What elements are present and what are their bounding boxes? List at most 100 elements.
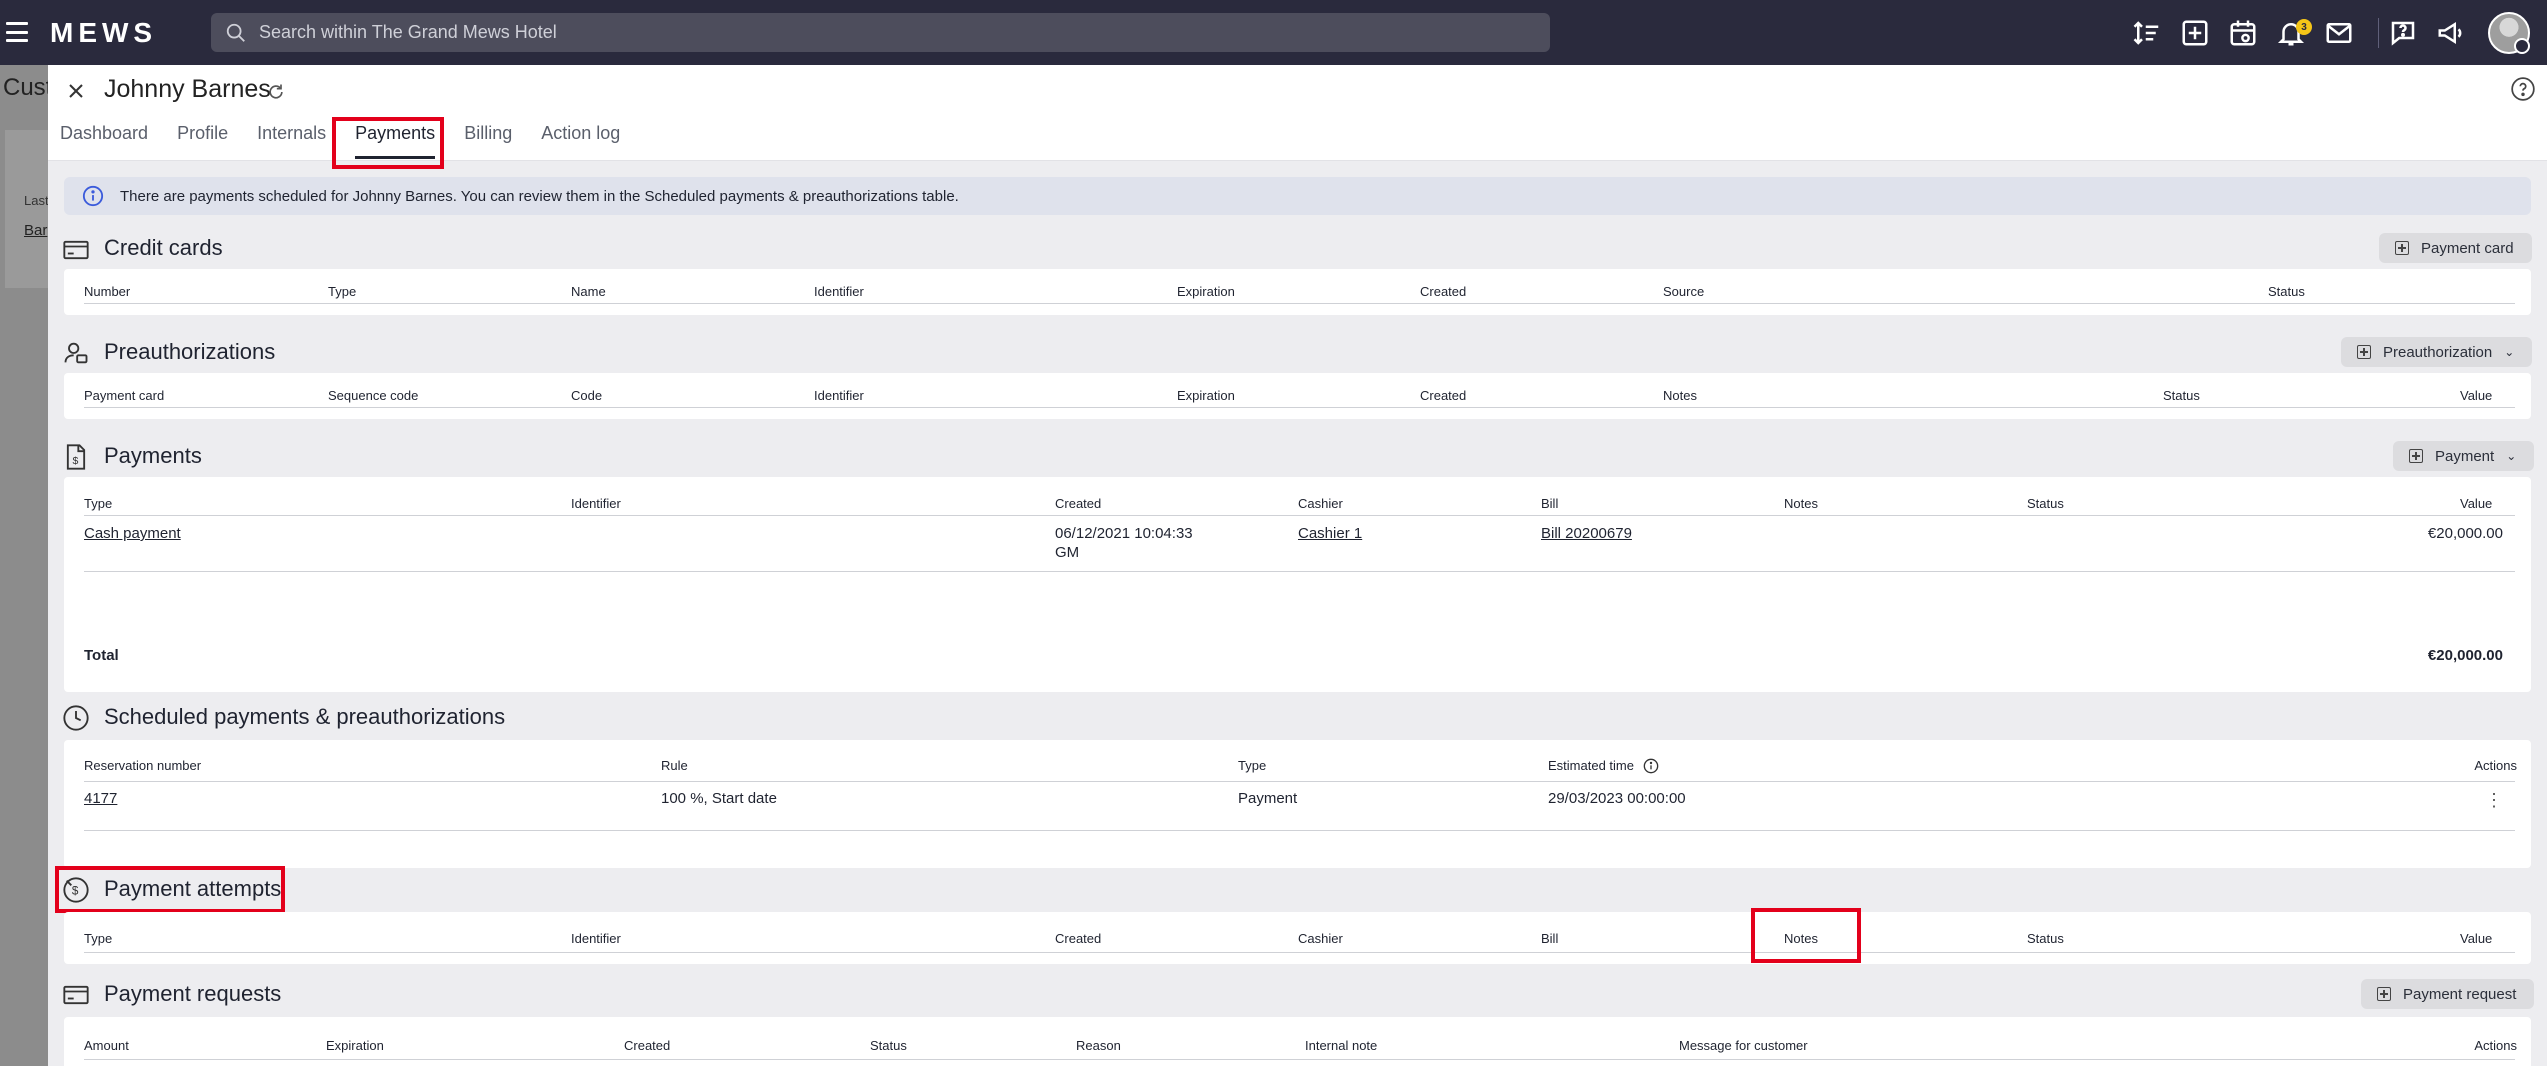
- column-header: Created: [1420, 284, 1467, 299]
- background-page-title: Cust: [3, 74, 53, 101]
- header-divider: [84, 303, 2515, 304]
- tab-profile[interactable]: Profile: [177, 123, 228, 159]
- column-header: Bill: [1541, 931, 1559, 946]
- preauthorizations-title: Preauthorizations: [104, 339, 276, 364]
- header-divider: [84, 1059, 2515, 1060]
- plus-icon: [2377, 987, 2391, 1001]
- column-header: Sequence code: [328, 388, 419, 403]
- column-header: Status: [2027, 496, 2064, 511]
- payment-requests-table: Amount Expiration Created Status Reason …: [64, 1017, 2531, 1066]
- info-icon[interactable]: [1643, 758, 1659, 774]
- column-header: Source: [1663, 284, 1705, 299]
- add-payment-request-label: Payment request: [2403, 985, 2517, 1003]
- hamburger-menu-icon[interactable]: [6, 22, 28, 42]
- column-header: Type: [1238, 758, 1267, 773]
- top-bar: MEWS Search within The Grand Mews Hotel …: [0, 0, 2547, 65]
- column-header: Status: [870, 1038, 907, 1053]
- header-divider: [84, 952, 2515, 953]
- column-header: Amount: [84, 1038, 129, 1053]
- add-payment-button[interactable]: Payment ⌄: [2393, 441, 2535, 471]
- column-header: Cashier: [1298, 931, 1343, 946]
- column-header: Expiration: [1177, 284, 1235, 299]
- sort-icon[interactable]: [2132, 18, 2162, 48]
- column-header: Message for customer: [1679, 1038, 1808, 1053]
- payment-created: 06/12/2021 10:04:33: [1055, 525, 1193, 542]
- add-payment-card-label: Payment card: [2421, 239, 2514, 257]
- plus-icon: [2409, 449, 2423, 463]
- reservation-number-link[interactable]: 4177: [84, 790, 117, 807]
- add-payment-request-button[interactable]: Payment request: [2361, 979, 2535, 1009]
- megaphone-icon[interactable]: [2436, 18, 2466, 48]
- column-header: Estimated time: [1548, 758, 1634, 773]
- column-header: Expiration: [326, 1038, 384, 1053]
- mews-logo[interactable]: MEWS: [50, 17, 157, 49]
- column-header: Rule: [661, 758, 688, 773]
- column-header: Actions: [2474, 1038, 2517, 1053]
- column-header: Reason: [1076, 1038, 1121, 1053]
- column-header: Type: [328, 284, 357, 299]
- payment-cashier-link[interactable]: Cashier 1: [1298, 525, 1362, 542]
- payment-document-icon: $: [66, 444, 86, 470]
- column-header: Reservation number: [84, 758, 202, 773]
- column-header: Value: [2460, 931, 2493, 946]
- help-icon[interactable]: [2510, 76, 2536, 102]
- payment-attempts-table: Type Identifier Created Cashier Bill Not…: [64, 912, 2531, 964]
- column-header: Identifier: [571, 931, 621, 946]
- column-header: Created: [1055, 931, 1102, 946]
- more-actions-icon[interactable]: ⋮: [2485, 790, 2503, 811]
- column-header: Type: [84, 496, 113, 511]
- column-header: Identifier: [814, 388, 864, 403]
- highlight-box-payments-tab: [332, 117, 444, 169]
- svg-text:$: $: [73, 455, 79, 467]
- help-chat-icon[interactable]: [2388, 18, 2418, 48]
- payment-created-suffix: GM: [1055, 544, 1080, 561]
- plus-icon: [2395, 241, 2409, 255]
- column-header: Code: [571, 388, 603, 403]
- add-payment-card-button[interactable]: Payment card: [2379, 233, 2532, 263]
- search-placeholder: Search within The Grand Mews Hotel: [259, 22, 557, 42]
- payment-bill-link[interactable]: Bill 20200679: [1541, 525, 1632, 542]
- search-input[interactable]: Search within The Grand Mews Hotel: [211, 13, 1550, 52]
- row-divider: [84, 830, 2515, 831]
- chevron-down-icon: ⌄: [2506, 449, 2517, 463]
- credit-card-icon: [63, 985, 89, 1005]
- payments-table: Type Identifier Created Cashier Bill Not…: [64, 477, 2531, 692]
- user-card-icon: [64, 342, 88, 364]
- header-divider: [84, 407, 2515, 408]
- calendar-icon[interactable]: [2228, 18, 2258, 48]
- customer-panel: Johnny Barnes Dashboard Profile Internal…: [48, 65, 2547, 1066]
- customer-name: Johnny Barnes: [104, 75, 271, 103]
- tab-billing[interactable]: Billing: [464, 123, 512, 159]
- tab-dashboard[interactable]: Dashboard: [60, 123, 148, 159]
- column-header: Notes: [1663, 388, 1697, 403]
- refresh-icon[interactable]: [266, 82, 286, 102]
- mail-icon[interactable]: [2324, 18, 2354, 48]
- header-divider: [84, 515, 2515, 516]
- tab-action-log[interactable]: Action log: [541, 123, 620, 159]
- column-header: Name: [571, 284, 606, 299]
- plus-icon: [2357, 345, 2371, 359]
- column-header: Status: [2268, 284, 2305, 299]
- background-card: [5, 130, 48, 288]
- column-header: Identifier: [571, 496, 621, 511]
- scheduled-payments-table: Reservation number Rule Type Estimated t…: [64, 740, 2531, 868]
- column-header: Bill: [1541, 496, 1559, 511]
- scheduled-estimated-time: 29/03/2023 00:00:00: [1548, 790, 1686, 807]
- background-link: Bar: [24, 222, 48, 239]
- credit-card-icon: [63, 240, 89, 260]
- add-box-icon[interactable]: [2180, 18, 2210, 48]
- payment-type-link[interactable]: Cash payment: [84, 525, 181, 542]
- close-icon[interactable]: [64, 79, 88, 103]
- add-preauthorization-button[interactable]: Preauthorization ⌄: [2341, 337, 2533, 367]
- panel-header: Johnny Barnes Dashboard Profile Internal…: [48, 65, 2547, 169]
- column-header: Expiration: [1177, 388, 1235, 403]
- column-header: Notes: [1784, 496, 1818, 511]
- column-header: Status: [2027, 931, 2064, 946]
- scheduled-payments-title: Scheduled payments & preauthorizations: [104, 704, 506, 729]
- status-dot-icon: [2514, 38, 2530, 54]
- column-header: Number: [84, 284, 131, 299]
- header-divider: [84, 781, 2515, 782]
- info-icon: [82, 185, 104, 207]
- tab-internals[interactable]: Internals: [257, 123, 326, 159]
- payments-total-label: Total: [84, 647, 119, 664]
